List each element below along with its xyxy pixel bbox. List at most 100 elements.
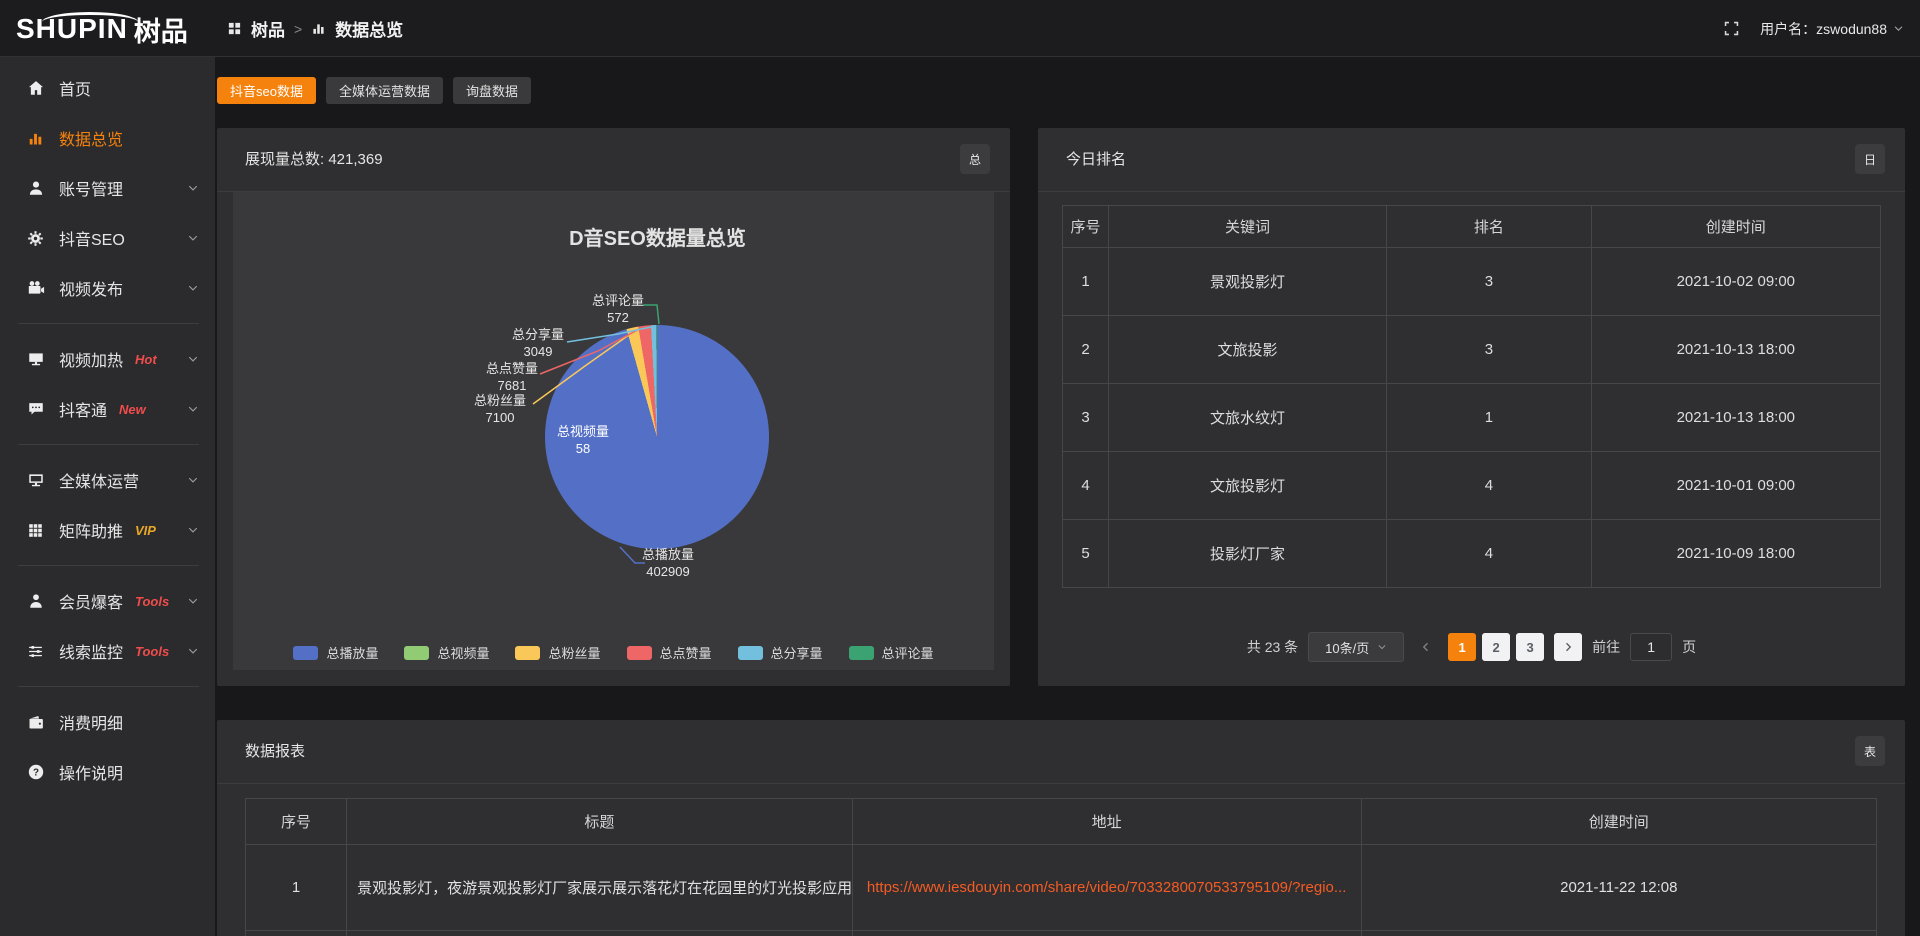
report-column-header: 序号 — [246, 799, 347, 845]
sidebar-divider — [18, 565, 199, 566]
bar-chart-icon — [311, 21, 326, 36]
chevron-down-icon — [1893, 23, 1904, 34]
ranking-day-badge[interactable]: 日 — [1855, 144, 1885, 174]
ranking-column-header: 序号 — [1063, 206, 1109, 248]
tab-douyin-seo-data[interactable]: 抖音seo数据 — [217, 77, 316, 104]
ranking-table-cell: 2021-10-09 18:00 — [1591, 520, 1880, 588]
pie-label-likes: 总点赞量7681 — [467, 360, 557, 394]
pagination-page-1[interactable]: 1 — [1448, 633, 1476, 661]
ranking-table-cell: 2 — [1063, 316, 1109, 384]
sidebar-item-label: 首页 — [59, 76, 91, 100]
brand-logo[interactable]: SHUPIN 树品 — [16, 8, 188, 50]
sidebar-item-account-management[interactable]: 账号管理 — [0, 163, 215, 213]
ranking-card-title: 今日排名 — [1066, 128, 1126, 191]
pagination-page-2[interactable]: 2 — [1482, 633, 1510, 661]
sidebar-item-douyin-seo[interactable]: 抖音SEO — [0, 213, 215, 263]
report-table-badge[interactable]: 表 — [1855, 736, 1885, 766]
sidebar-item-video-publish[interactable]: 视频发布 — [0, 263, 215, 313]
legend-swatch — [627, 646, 652, 660]
legend-item-总评论量[interactable]: 总评论量 — [849, 643, 934, 662]
sidebar-item-video-heat[interactable]: 视频加热Hot — [0, 334, 215, 384]
pagination-next-button[interactable] — [1554, 633, 1582, 661]
sidebar-item-douketong[interactable]: 抖客通New — [0, 384, 215, 434]
pie-label-shares: 总分享量3049 — [493, 326, 583, 360]
ranking-table-cell: 4 — [1387, 520, 1592, 588]
chevron-down-icon — [187, 182, 199, 194]
ranking-table: 序号关键词排名创建时间 1景观投影灯32021-10-02 09:002文旅投影… — [1062, 205, 1881, 588]
user-label: 用户名：zswodun88 — [1760, 19, 1887, 39]
ranking-table-cell: 3 — [1063, 384, 1109, 452]
pagination-page-3[interactable]: 3 — [1516, 633, 1544, 661]
overview-total-badge[interactable]: 总 — [960, 144, 990, 174]
sidebar-item-label: 矩阵助推 — [59, 518, 123, 542]
report-table-row-partial — [246, 931, 1877, 936]
ranking-column-header: 创建时间 — [1591, 206, 1880, 248]
sidebar-item-badge: Tools — [135, 644, 169, 659]
overview-chart-card: 展现量总数: 421,369 总 D音SEO数据量总览 总评论量572 总分享量… — [217, 128, 1010, 686]
legend-item-总视频量[interactable]: 总视频量 — [404, 643, 489, 662]
breadcrumb: 树品 > 数据总览 — [227, 0, 403, 57]
sidebar-item-home[interactable]: 首页 — [0, 63, 215, 113]
pie-chart-title: D音SEO数据量总览 — [321, 222, 994, 251]
legend-item-总点赞量[interactable]: 总点赞量 — [627, 643, 712, 662]
ranking-table-cell: 2021-10-13 18:00 — [1591, 316, 1880, 384]
report-column-header: 创建时间 — [1361, 799, 1876, 845]
sidebar-divider — [18, 444, 199, 445]
pie-label-fans: 总粉丝量7100 — [455, 392, 545, 426]
report-column-header: 地址 — [852, 799, 1361, 845]
logo-arc-decoration — [42, 12, 138, 32]
pagination-total: 共 23 条 — [1247, 637, 1298, 657]
tab-media-operations-data[interactable]: 全媒体运营数据 — [326, 77, 443, 104]
ranking-table-cell: 投影灯厂家 — [1109, 520, 1387, 588]
legend-label: 总视频量 — [437, 643, 489, 662]
sidebar-item-clue-monitor[interactable]: 线索监控Tools — [0, 626, 215, 676]
sidebar-item-label: 视频发布 — [59, 276, 123, 300]
grid-icon — [26, 521, 45, 540]
dashboard-root: SHUPIN 树品 树品 > 数据总览 用户名：zswodun88 首页数据总览… — [0, 0, 1920, 936]
breadcrumb-root[interactable]: 树品 — [251, 16, 285, 41]
chevron-down-icon — [187, 353, 199, 365]
wallet-icon — [26, 713, 45, 732]
ranking-table-header-row: 序号关键词排名创建时间 — [1063, 206, 1881, 248]
ranking-table-cell: 4 — [1063, 452, 1109, 520]
tab-inquiry-data[interactable]: 询盘数据 — [453, 77, 531, 104]
pie-label-comments: 总评论量572 — [573, 292, 663, 326]
legend-swatch — [738, 646, 763, 660]
ranking-table-cell: 1 — [1063, 248, 1109, 316]
ranking-card: 今日排名 日 序号关键词排名创建时间 1景观投影灯32021-10-02 09:… — [1038, 128, 1905, 686]
sidebar-divider — [18, 323, 199, 324]
page-size-select[interactable]: 10条/页 — [1308, 632, 1404, 662]
report-card: 数据报表 表 序号标题地址创建时间 1 景观投影灯，夜游景观投影灯厂家展示展示落… — [217, 720, 1905, 936]
sidebar-item-label: 账号管理 — [59, 176, 123, 200]
sidebar-item-label: 视频加热 — [59, 347, 123, 371]
brand-logo-text-cn: 树品 — [134, 10, 188, 49]
report-row-link[interactable]: https://www.iesdouyin.com/share/video/70… — [867, 879, 1347, 896]
pagination-prev-button[interactable] — [1414, 633, 1438, 661]
report-column-header: 标题 — [347, 799, 853, 845]
pagination-goto-input[interactable] — [1630, 633, 1672, 661]
breadcrumb-current: 数据总览 — [335, 16, 403, 41]
fullscreen-icon[interactable] — [1723, 20, 1740, 37]
sidebar-item-consume-detail[interactable]: 消费明细 — [0, 697, 215, 747]
chevron-down-icon — [187, 403, 199, 415]
sidebar-item-matrix-boost[interactable]: 矩阵助推VIP — [0, 505, 215, 555]
chevron-down-icon — [187, 474, 199, 486]
sidebar-item-data-overview[interactable]: 数据总览 — [0, 113, 215, 163]
sidebar-item-operation-guide[interactable]: ?操作说明 — [0, 747, 215, 797]
sidebar-item-member-baoke[interactable]: 会员爆客Tools — [0, 576, 215, 626]
sidebar-menu: 首页数据总览账号管理抖音SEO 视频发布视频加热Hot抖客通New 全媒体运营矩阵助… — [0, 57, 215, 936]
pie-label-videos: 总视频量58 — [538, 423, 628, 457]
user-menu[interactable]: 用户名：zswodun88 — [1760, 19, 1904, 39]
tab-bar: 抖音seo数据全媒体运营数据询盘数据 — [217, 77, 531, 104]
legend-item-总粉丝量[interactable]: 总粉丝量 — [515, 643, 600, 662]
ranking-table-cell: 5 — [1063, 520, 1109, 588]
report-card-header: 数据报表 表 — [217, 720, 1905, 784]
legend-item-总播放量[interactable]: 总播放量 — [293, 643, 378, 662]
sidebar-item-media-operations[interactable]: 全媒体运营 — [0, 455, 215, 505]
legend-item-总分享量[interactable]: 总分享量 — [738, 643, 823, 662]
sidebar-item-label: 全媒体运营 — [59, 468, 139, 492]
pagination-goto-label: 前往 — [1592, 637, 1620, 657]
legend-label: 总粉丝量 — [548, 643, 600, 662]
question-icon: ? — [26, 763, 45, 782]
legend-label: 总分享量 — [771, 643, 823, 662]
